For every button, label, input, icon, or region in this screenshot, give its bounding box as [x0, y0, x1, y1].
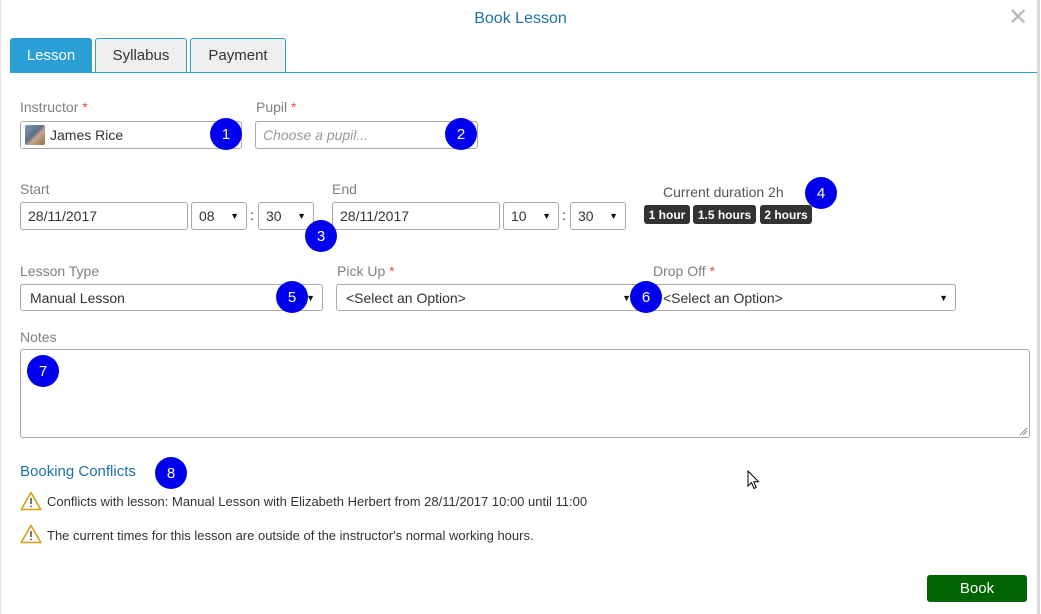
duration-preset-2h[interactable]: 2 hours	[760, 205, 812, 224]
drop-off-value: <Select an Option>	[663, 289, 783, 306]
dialog-left-edge	[0, 0, 1, 614]
end-label: End	[332, 181, 357, 197]
dialog-right-edge	[1037, 0, 1040, 614]
start-minute-value: 30	[266, 208, 282, 224]
duration-preset-1-5h[interactable]: 1.5 hours	[693, 205, 756, 224]
chevron-down-icon: ▼	[230, 211, 239, 221]
notes-label: Notes	[20, 329, 57, 345]
annotation-marker: 7	[27, 355, 59, 387]
drop-off-select[interactable]: <Select an Option> ▼	[653, 284, 956, 311]
instructor-avatar	[25, 125, 45, 145]
conflict-item: The current times for this lesson are ou…	[47, 528, 534, 543]
instructor-value: James Rice	[50, 127, 124, 143]
lesson-type-label: Lesson Type	[20, 263, 100, 279]
end-time-separator: :	[562, 207, 566, 223]
end-minute-value: 30	[578, 208, 594, 224]
annotation-marker: 8	[155, 457, 187, 489]
tab-payment[interactable]: Payment	[190, 38, 286, 72]
tab-lesson[interactable]: Lesson	[10, 38, 92, 72]
instructor-label: Instructor *	[20, 99, 88, 115]
chevron-down-icon: ▼	[939, 292, 948, 303]
drop-off-label: Drop Off *	[653, 263, 715, 279]
conflict-item: Conflicts with lesson: Manual Lesson wit…	[47, 494, 588, 509]
annotation-marker: 3	[305, 220, 337, 252]
mouse-cursor-icon	[747, 470, 760, 490]
end-minute-select[interactable]: 30 ▼	[570, 202, 626, 230]
duration-preset-1h[interactable]: 1 hour	[644, 205, 690, 224]
start-minute-select[interactable]: 30 ▼	[258, 202, 314, 230]
annotation-marker: 6	[630, 281, 662, 313]
chevron-down-icon: ▼	[609, 211, 618, 221]
current-duration-text: Current duration 2h	[663, 184, 784, 200]
lesson-type-value: Manual Lesson	[30, 289, 125, 306]
tab-divider	[10, 72, 1037, 73]
resize-handle-icon[interactable]	[1019, 427, 1028, 436]
start-hour-value: 08	[199, 208, 215, 224]
chevron-down-icon: ▼	[542, 211, 551, 221]
notes-textarea[interactable]	[20, 349, 1030, 438]
pupil-placeholder: Choose a pupil...	[263, 127, 369, 143]
annotation-marker: 2	[445, 118, 477, 150]
annotation-marker: 1	[210, 118, 242, 150]
booking-conflicts-heading: Booking Conflicts	[20, 463, 136, 480]
start-label: Start	[20, 181, 50, 197]
end-date-input[interactable]: 28/11/2017	[332, 202, 500, 230]
tab-syllabus[interactable]: Syllabus	[95, 38, 187, 72]
instructor-select[interactable]: James Rice	[20, 121, 242, 149]
pick-up-label: Pick Up *	[337, 263, 395, 279]
end-hour-select[interactable]: 10 ▼	[503, 202, 559, 230]
pick-up-value: <Select an Option>	[346, 289, 466, 306]
close-icon[interactable]: ✕	[1008, 4, 1028, 32]
chevron-down-icon: ▼	[297, 211, 306, 221]
dialog-title: Book Lesson	[474, 10, 567, 27]
pupil-label: Pupil *	[256, 99, 297, 115]
start-time-separator: :	[250, 207, 254, 223]
annotation-marker: 4	[805, 177, 837, 209]
end-hour-value: 10	[511, 208, 527, 224]
start-date-input[interactable]: 28/11/2017	[20, 202, 188, 230]
warning-icon	[20, 524, 42, 544]
book-button[interactable]: Book	[927, 575, 1027, 602]
warning-icon	[20, 491, 42, 511]
start-hour-select[interactable]: 08 ▼	[191, 202, 247, 230]
pick-up-select[interactable]: <Select an Option> ▼	[336, 284, 639, 311]
annotation-marker: 5	[276, 281, 308, 313]
